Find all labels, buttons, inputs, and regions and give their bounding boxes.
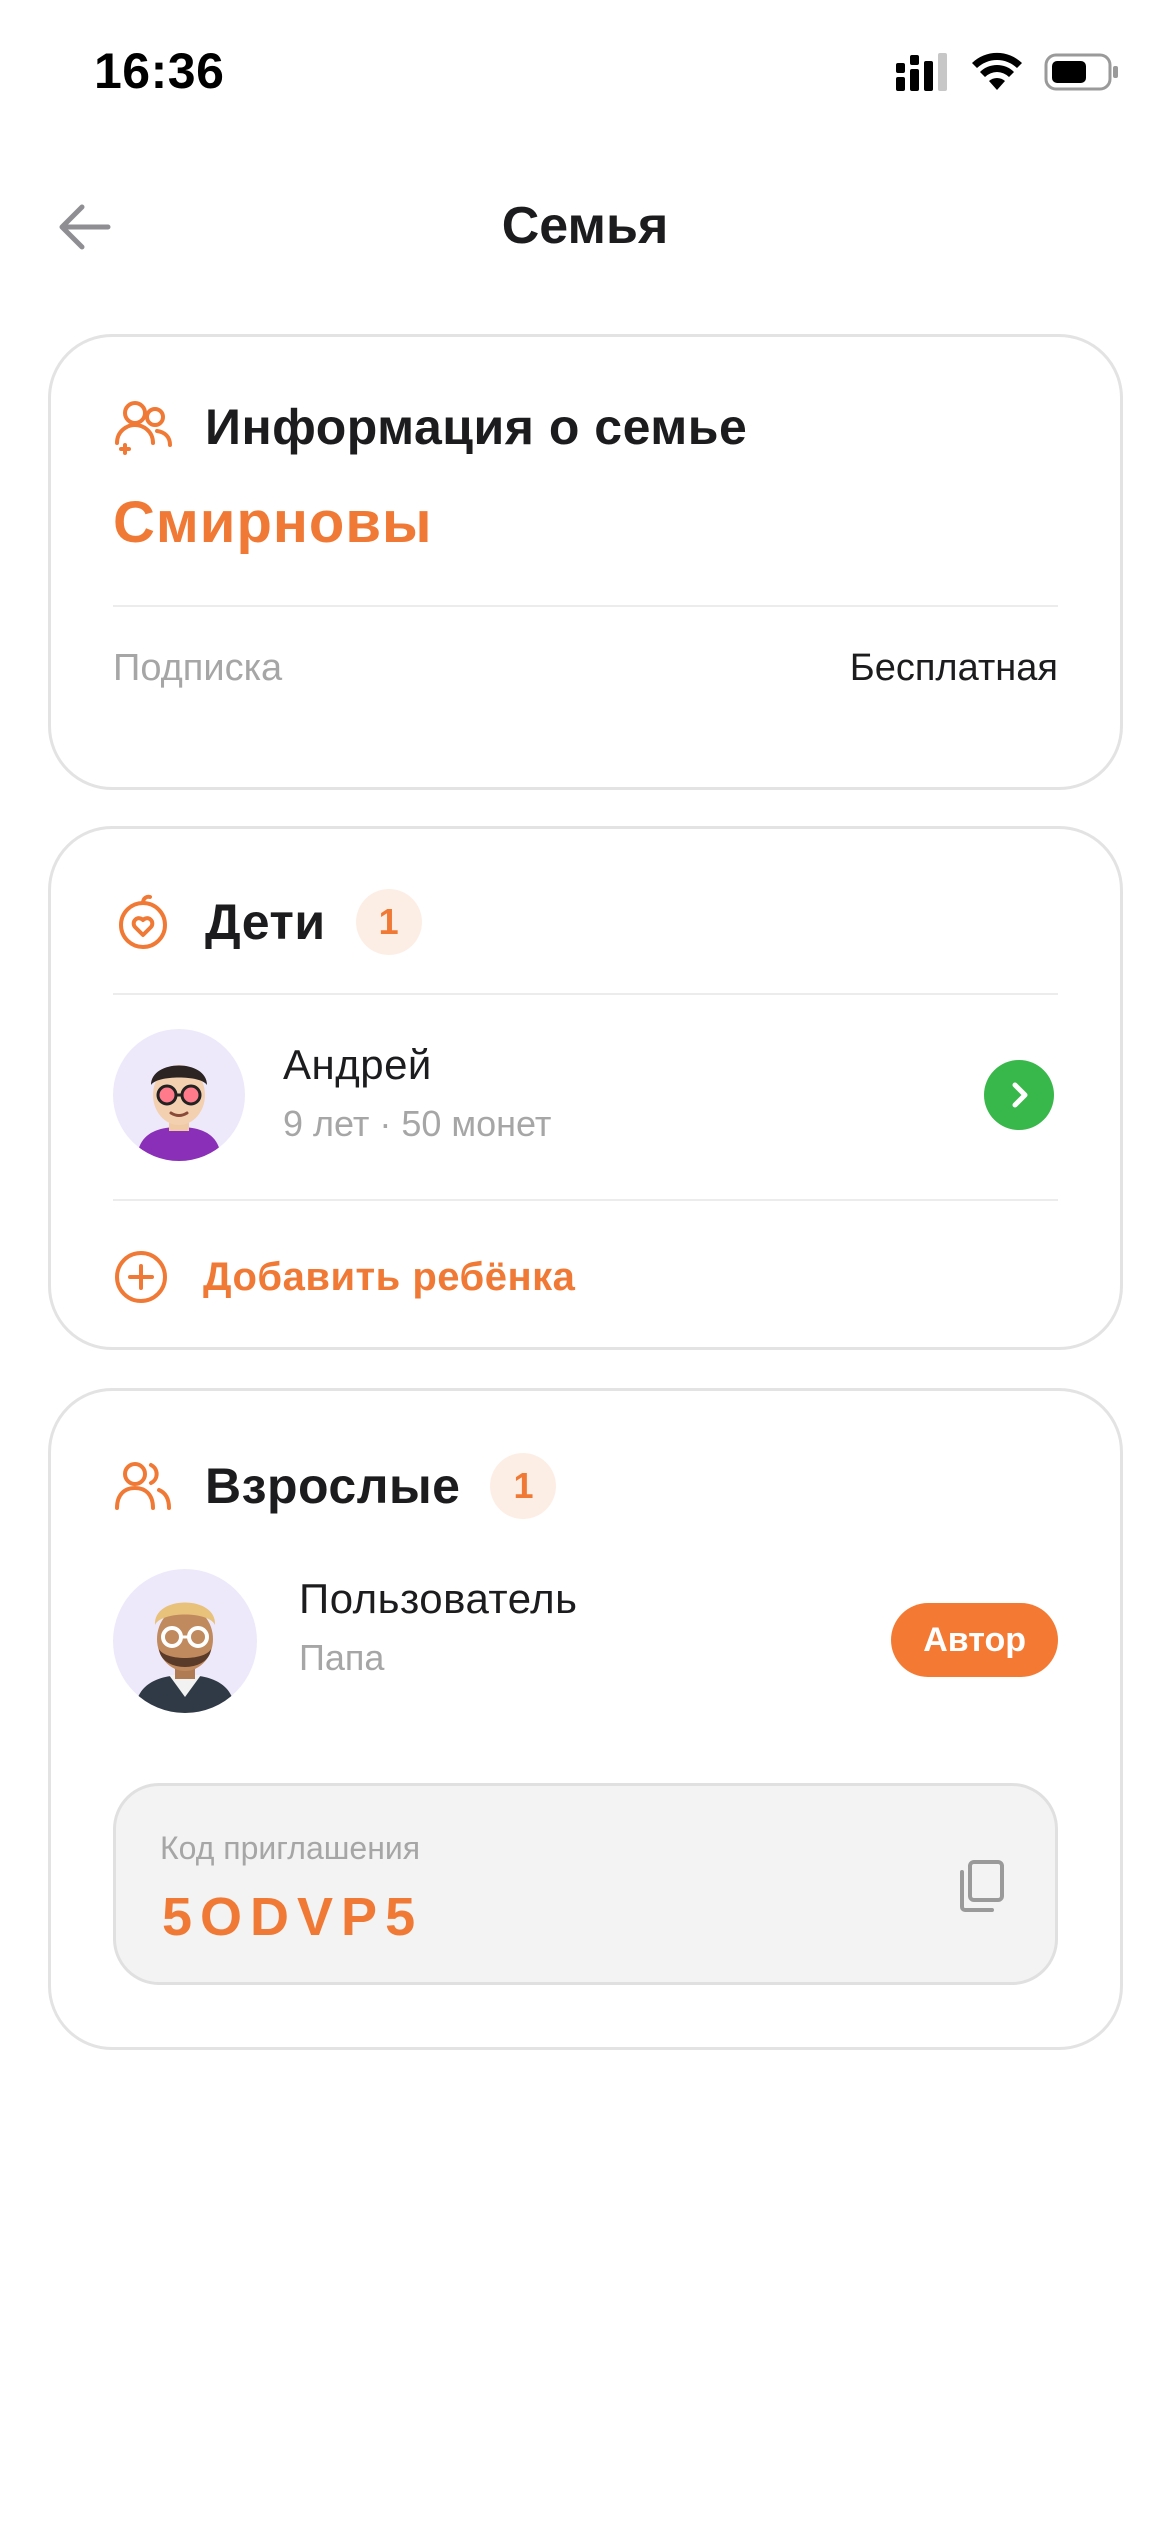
author-badge: Автор	[891, 1603, 1058, 1677]
divider	[113, 993, 1058, 995]
family-users-icon	[113, 397, 173, 457]
child-details: 9 лет · 50 монет	[283, 1103, 552, 1144]
battery-icon	[1044, 52, 1120, 97]
users-icon	[113, 1456, 173, 1516]
divider	[113, 1199, 1058, 1201]
adults-card: Взрослые 1 Пользователь Папа Автор Код п…	[48, 1388, 1123, 2050]
child-heart-icon	[113, 892, 173, 952]
family-name: Смирновы	[113, 490, 433, 555]
children-card: Дети 1 Андрей 9 лет · 50 монет Добавить …	[48, 826, 1123, 1350]
copy-icon	[960, 1860, 1004, 1912]
chevron-right-icon	[1012, 1082, 1028, 1108]
add-child-label: Добавить ребёнка	[203, 1254, 576, 1299]
family-info-card: Информация о семье Смирновы Подписка Бес…	[48, 334, 1123, 790]
status-bar: 16:36	[0, 0, 1170, 150]
child-avatar	[113, 1029, 245, 1161]
invite-code-box: Код приглашения 5ODVP5	[113, 1783, 1058, 1985]
divider	[113, 605, 1058, 607]
plus-circle-icon	[113, 1249, 169, 1305]
children-title: Дети	[205, 894, 326, 950]
status-time: 16:36	[94, 43, 225, 99]
children-count-badge: 1	[355, 889, 422, 955]
subscription-label: Подписка	[113, 647, 283, 689]
child-name: Андрей	[283, 1041, 432, 1088]
wifi-icon	[970, 52, 1024, 97]
family-info-title: Информация о семье	[205, 399, 748, 455]
adults-header: Взрослые 1	[113, 1453, 557, 1519]
status-icons	[896, 52, 1120, 97]
adult-name: Пользователь	[299, 1575, 578, 1622]
family-info-header: Информация о семье	[113, 397, 747, 457]
open-child-button[interactable]	[984, 1060, 1054, 1130]
add-child-button[interactable]: Добавить ребёнка	[113, 1249, 575, 1305]
top-nav-bar: Семья	[0, 180, 1170, 270]
adults-title: Взрослые	[205, 1458, 461, 1514]
invite-code-label: Код приглашения	[160, 1830, 421, 1866]
adult-avatar	[113, 1569, 257, 1713]
children-header: Дети 1	[113, 889, 422, 955]
copy-code-button[interactable]	[951, 1856, 1011, 1916]
adult-role: Папа	[299, 1637, 385, 1678]
invite-code: 5ODVP5	[162, 1887, 424, 1947]
cellular-signal-icon	[896, 53, 950, 96]
subscription-value: Бесплатная	[849, 647, 1058, 689]
adults-count-badge: 1	[490, 1453, 557, 1519]
page-title: Семья	[501, 197, 669, 255]
